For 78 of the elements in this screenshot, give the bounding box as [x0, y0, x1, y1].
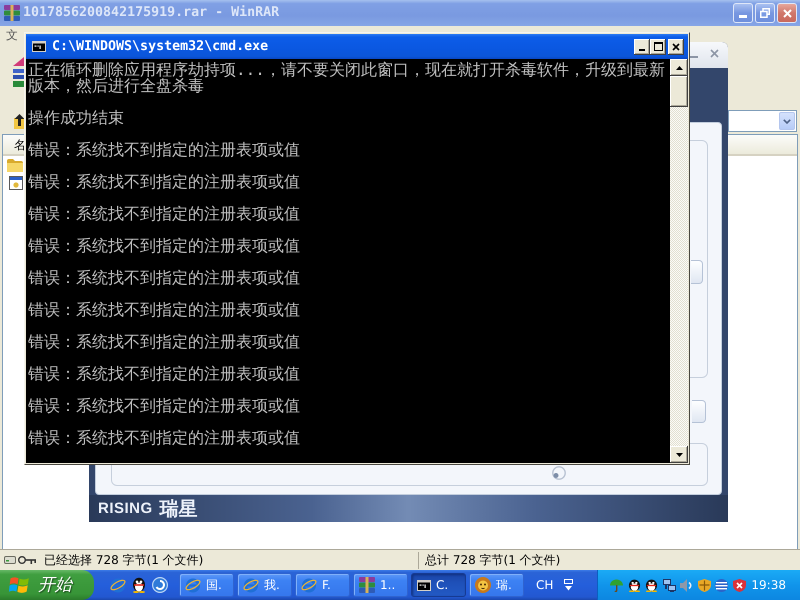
console-line: 错误：系统找不到指定的注册表项或值 [28, 270, 300, 286]
chevron-down-icon [783, 118, 791, 124]
scroll-up-button[interactable] [670, 59, 688, 76]
scroll-thumb[interactable] [670, 76, 688, 107]
restore-arrow-icon[interactable] [564, 579, 574, 591]
logo-name: 瑞星 [160, 498, 198, 518]
ring-icon [552, 466, 566, 480]
penguin-icon[interactable] [628, 578, 640, 592]
close-button[interactable] [668, 38, 684, 54]
console-line: 错误：系统找不到指定的注册表项或值 [28, 302, 300, 318]
book-stack-icon [13, 57, 24, 87]
minimize-icon [739, 15, 747, 18]
start-button[interactable]: 开始 [0, 570, 94, 600]
console-line: 错误：系统找不到指定的注册表项或值 [28, 430, 300, 446]
swirl-icon[interactable] [152, 577, 168, 593]
window-icon [9, 176, 23, 190]
console-line: 错误：系统找不到指定的注册表项或值 [28, 206, 300, 222]
console-icon [417, 580, 431, 590]
console-line: 操作成功结束 [28, 110, 124, 126]
console-line: 正在循环删除应用程序劫持项...，请不要关闭此窗口，现在就打开杀毒软件，升级到最新 [28, 62, 665, 78]
lion-head-icon [475, 577, 491, 593]
close-icon [782, 8, 792, 18]
console-line: 错误：系统找不到指定的注册表项或值 [28, 334, 300, 350]
browser-icon [243, 577, 259, 593]
umbrella-icon[interactable] [610, 578, 623, 592]
folder-icon [7, 158, 23, 172]
maximize-button[interactable] [650, 38, 666, 54]
console-line: 错误：系统找不到指定的注册表项或值 [28, 398, 300, 414]
console-line: 错误：系统找不到指定的注册表项或值 [28, 238, 300, 254]
browser-icon [185, 577, 201, 593]
address-field[interactable] [728, 110, 797, 132]
down-arrow-icon [676, 452, 682, 456]
penguin-icon[interactable] [132, 577, 146, 593]
minimize-icon [639, 48, 645, 50]
menu-item[interactable]: 文 [5, 28, 19, 42]
dropdown-button[interactable] [779, 112, 795, 130]
books-icon [4, 5, 20, 21]
globe-icon[interactable] [715, 578, 728, 592]
task-button[interactable]: 瑞. [469, 573, 524, 597]
penguin-icon[interactable] [645, 578, 658, 592]
restore-button[interactable] [755, 3, 775, 23]
console-icon [32, 41, 46, 52]
books-icon [359, 577, 375, 593]
browser-icon[interactable] [110, 577, 126, 593]
column-header[interactable]: 名 [14, 138, 26, 152]
restore-icon [760, 8, 770, 18]
folder-up-icon [14, 114, 25, 128]
console-line: 错误：系统找不到指定的注册表项或值 [28, 174, 300, 190]
console-line: 错误：系统找不到指定的注册表项或值 [28, 366, 300, 382]
windows-logo-icon [9, 576, 29, 594]
maximize-icon [654, 42, 662, 51]
close-icon [672, 42, 680, 50]
task-button[interactable]: C. [411, 573, 466, 597]
task-button[interactable]: 国. [179, 573, 234, 597]
minimize-button[interactable] [634, 38, 650, 54]
clock: 19:38 [751, 578, 786, 592]
up-arrow-icon [676, 66, 682, 70]
scroll-down-button[interactable] [670, 446, 688, 463]
browser-icon [301, 577, 317, 593]
key-icon [18, 556, 36, 564]
shield-icon[interactable] [698, 578, 710, 592]
scrollbar-track[interactable] [670, 59, 688, 463]
close-icon[interactable] [710, 49, 719, 58]
drive-icon [4, 556, 16, 564]
console-line: 错误：系统找不到指定的注册表项或值 [28, 142, 300, 158]
shield-icon[interactable] [732, 578, 746, 592]
status-text: 总计 728 字节(1 个文件) [425, 553, 560, 567]
window-title: 1017856200842175919.rar - WinRAR [23, 5, 280, 21]
status-text: 已经选择 728 字节(1 个文件) [44, 553, 204, 567]
logo-wordmark: RISING [98, 500, 153, 516]
task-button[interactable]: F. [295, 573, 350, 597]
console-line: 版本，然后进行全盘杀毒 [28, 78, 204, 94]
language-indicator[interactable]: CH [536, 578, 554, 592]
task-button[interactable]: 1.. [353, 573, 408, 597]
network-icon[interactable] [662, 578, 676, 592]
speaker-icon[interactable] [680, 578, 693, 592]
task-button[interactable]: 我. [237, 573, 292, 597]
window-title: C:\WINDOWS\system32\cmd.exe [52, 38, 268, 54]
